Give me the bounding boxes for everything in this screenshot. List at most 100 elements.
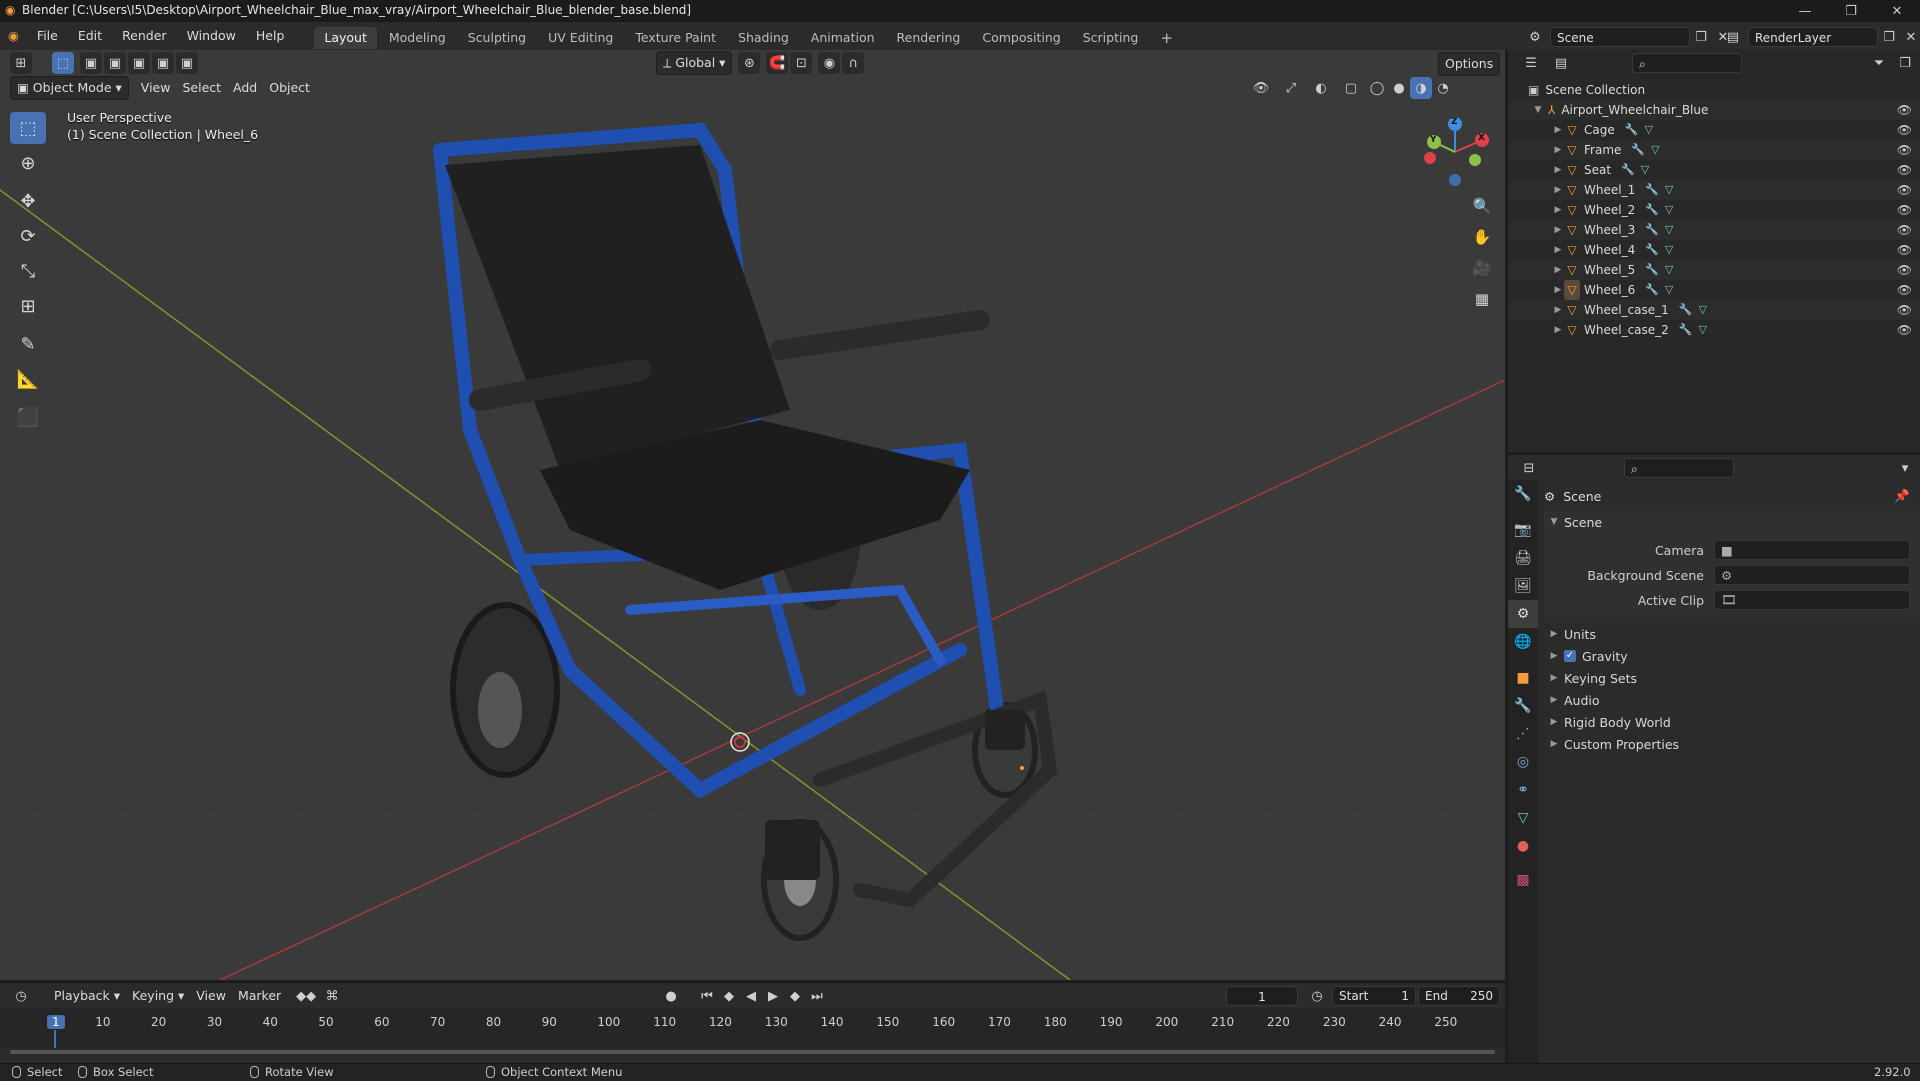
texture-tab-icon[interactable]: ▩ [1508,866,1538,894]
collection-row[interactable]: ▼ ⅄ Airport_Wheelchair_Blue 👁 [1508,100,1920,120]
solid-shading-icon[interactable]: ● [1388,77,1410,99]
eye-icon[interactable]: 👁 [1897,120,1912,140]
expand-right-icon[interactable]: ▶ [1552,180,1564,200]
tool-tab-icon[interactable]: 🔧 [1508,480,1538,508]
menu-window[interactable]: Window [177,22,246,50]
gizmo-icon[interactable]: ⤢ [1280,77,1302,99]
timeline-ruler[interactable]: 1 10 20 30 40 50 60 70 80 90 100 110 120 130 140 150 160… [0,1008,1505,1054]
options-button[interactable]: Options [1438,52,1501,76]
properties-options-icon[interactable]: ▾ [1894,457,1916,479]
transform-orientation-dropdown[interactable]: ⟂ Global ▾ [656,51,733,75]
select-intersect-icon[interactable]: ▣ [176,52,198,74]
add-workspace-icon[interactable]: + [1150,27,1183,49]
snap-target-icon[interactable]: ⊡ [790,52,813,74]
timeline-scrollbar[interactable] [0,1048,1505,1058]
visibility-icon[interactable]: 👁 [1250,77,1272,99]
select-invert-icon[interactable]: ▣ [152,52,174,74]
auto-keying-icon[interactable]: ⌘ [321,985,343,1007]
list-item[interactable]: ▶ ▽ Wheel_5 🔧 ▽ 👁 [1508,260,1920,280]
maximize-icon[interactable]: ❐ [1828,0,1874,22]
eye-icon[interactable]: 👁 [1897,320,1912,340]
scene-selector[interactable]: Scene [1550,27,1690,47]
pan-hand-icon[interactable]: ✋ [1468,223,1496,251]
navigation-gizmo[interactable]: Z X Y [1420,112,1500,192]
gravity-checkbox[interactable]: ✓ [1564,650,1576,662]
prev-keyframe-icon[interactable]: ◆ [718,985,740,1007]
3d-viewport[interactable] [0,50,1505,980]
custom-properties-panel[interactable]: ▶ Custom Properties [1544,733,1920,755]
select-box-icon[interactable]: ⬚ [10,112,46,144]
falloff-icon[interactable]: ∩ [842,52,865,74]
expand-right-icon[interactable]: ▶ [1552,320,1564,340]
modifier-tab-icon[interactable]: 🔧 [1508,692,1538,720]
select-subtract-icon[interactable]: ▣ [128,52,150,74]
scene-tab-icon[interactable]: ⚙ [1508,600,1538,628]
tab-scripting[interactable]: Scripting [1073,27,1149,49]
list-item[interactable]: ▶ ▽ Frame 🔧 ▽ 👁 [1508,140,1920,160]
data-tab-icon[interactable]: ▽ [1508,804,1538,832]
particles-tab-icon[interactable]: ⋰ [1508,720,1538,748]
material-tab-icon[interactable]: ● [1508,832,1538,860]
measure-icon[interactable]: 📐 [10,363,46,395]
rendered-shading-icon[interactable]: ◔ [1432,77,1454,99]
camera-field[interactable]: ■ [1714,540,1910,560]
expand-right-icon[interactable]: ▶ [1552,300,1564,320]
jump-end-icon[interactable]: ⏭ [806,985,828,1007]
properties-editor-icon[interactable]: ⊟ [1518,457,1540,479]
menu-select[interactable]: Select [176,77,227,99]
rigid-body-world-panel[interactable]: ▶ Rigid Body World [1544,711,1920,733]
view-layer-tab-icon[interactable]: 🖼 [1508,572,1538,600]
tab-modeling[interactable]: Modeling [379,27,456,49]
tab-sculpting[interactable]: Sculpting [458,27,536,49]
play-reverse-icon[interactable]: ◀ [740,985,762,1007]
expand-right-icon[interactable]: ▶ [1552,260,1564,280]
object-tab-icon[interactable]: ■ [1508,664,1538,692]
new-scene-icon[interactable]: ❐ [1690,26,1712,48]
world-tab-icon[interactable]: 🌐 [1508,628,1538,656]
expand-right-icon[interactable]: ▶ [1552,160,1564,180]
tab-animation[interactable]: Animation [801,27,885,49]
eye-icon[interactable]: 👁 [1897,180,1912,200]
eye-icon[interactable]: 👁 [1897,240,1912,260]
audio-panel[interactable]: ▶ Audio [1544,689,1920,711]
list-item-active[interactable]: ▶ ▽ Wheel_6 🔧 ▽ 👁 [1508,280,1920,300]
list-item[interactable]: ▶ ▽ Seat 🔧 ▽ 👁 [1508,160,1920,180]
select-new-icon[interactable]: ▣ [80,52,102,74]
menu-timeline-view[interactable]: View [190,985,232,1007]
eye-icon[interactable]: 👁 [1897,220,1912,240]
list-item[interactable]: ▶ ▽ Wheel_4 🔧 ▽ 👁 [1508,240,1920,260]
constraints-tab-icon[interactable]: ⚭ [1508,776,1538,804]
snap-icon[interactable]: 🧲 [766,52,789,74]
filter-icon[interactable]: ⏷ [1868,52,1890,74]
next-keyframe-icon[interactable]: ◆ [784,985,806,1007]
close-icon[interactable]: ✕ [1874,0,1920,22]
expand-right-icon[interactable]: ▶ [1552,240,1564,260]
eye-icon[interactable]: 👁 [1897,200,1912,220]
menu-add[interactable]: Add [227,77,263,99]
ortho-grid-icon[interactable]: ▦ [1468,285,1496,313]
view-layer-selector[interactable]: RenderLayer [1748,27,1878,47]
output-tab-icon[interactable]: 🖨 [1508,544,1538,572]
record-icon[interactable]: ● [660,985,682,1007]
gravity-panel[interactable]: ▶ ✓ Gravity [1544,645,1920,667]
editor-type-icon[interactable]: ⊞ [10,52,32,74]
scene-icon[interactable]: ⚙ [1524,26,1546,48]
rotate-icon[interactable]: ⟳ [10,220,46,252]
tab-uv-editing[interactable]: UV Editing [538,27,623,49]
menu-playback[interactable]: Playback ▾ [48,985,126,1007]
tab-compositing[interactable]: Compositing [972,27,1070,49]
list-item[interactable]: ▶ ▽ Wheel_1 🔧 ▽ 👁 [1508,180,1920,200]
wireframe-shading-icon[interactable]: ◯ [1366,77,1388,99]
expand-down-icon[interactable]: ▼ [1532,100,1544,120]
tab-rendering[interactable]: Rendering [887,27,971,49]
current-frame-field[interactable]: 1 [1226,986,1298,1006]
menu-object[interactable]: Object [263,77,316,99]
jump-start-icon[interactable]: ⏮ [696,985,718,1007]
units-panel[interactable]: ▶ Units [1544,623,1920,645]
menu-edit[interactable]: Edit [68,22,112,50]
proportional-edit-icon[interactable]: ◉ [818,52,841,74]
transform-icon[interactable]: ⊞ [10,290,46,322]
menu-view[interactable]: View [135,77,177,99]
outliner-search-input[interactable]: ⌕ [1632,53,1742,73]
annotate-icon[interactable]: ✎ [10,328,46,360]
